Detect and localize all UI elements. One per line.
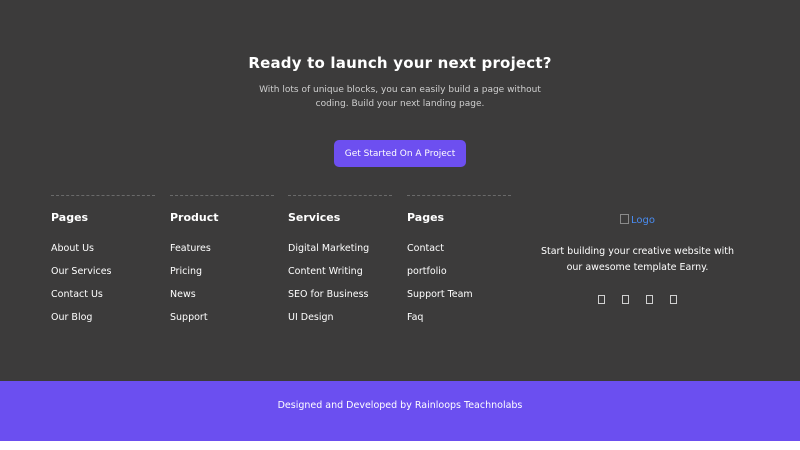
linkedin-icon[interactable] xyxy=(670,295,677,304)
twitter-icon[interactable] xyxy=(622,295,629,304)
footer-link-faq[interactable]: Faq xyxy=(407,312,423,323)
footer-link-contact-us[interactable]: Contact Us xyxy=(51,289,103,300)
footer-link-portfolio[interactable]: portfolio xyxy=(407,266,447,277)
get-started-button[interactable]: Get Started On A Project xyxy=(334,140,466,167)
footer-link-digital-marketing[interactable]: Digital Marketing xyxy=(288,243,369,254)
broken-image-icon xyxy=(620,214,629,224)
footer-link-about-us[interactable]: About Us xyxy=(51,243,94,254)
column-heading: Services xyxy=(288,211,341,224)
footer-link-pricing[interactable]: Pricing xyxy=(170,266,202,277)
footer-link-news[interactable]: News xyxy=(170,289,196,300)
cta-subtitle: With lots of unique blocks, you can easi… xyxy=(259,85,541,109)
column-heading: Pages xyxy=(51,211,89,224)
footer-brand: Logo Start building your creative websit… xyxy=(535,210,740,304)
logo[interactable]: Logo xyxy=(620,214,655,226)
column-divider xyxy=(288,195,392,196)
logo-alt-text: Logo xyxy=(631,214,655,226)
column-heading: Product xyxy=(170,211,219,224)
facebook-icon[interactable] xyxy=(598,295,605,304)
social-links xyxy=(535,295,740,304)
footer-link-content-writing[interactable]: Content Writing xyxy=(288,266,363,277)
cta-title: Ready to launch your next project? xyxy=(248,54,552,72)
credit-text: Designed and Developed by Rainloops Teac… xyxy=(0,400,800,411)
footer-column-services: Services Digital Marketing Content Writi… xyxy=(288,195,392,335)
footer-link-features[interactable]: Features xyxy=(170,243,211,254)
footer-link-our-blog[interactable]: Our Blog xyxy=(51,312,92,323)
footer-link-our-services[interactable]: Our Services xyxy=(51,266,111,277)
footer-column-pages: Pages About Us Our Services Contact Us O… xyxy=(51,195,155,335)
footer-link-contact[interactable]: Contact xyxy=(407,243,444,254)
footer-link-support[interactable]: Support xyxy=(170,312,208,323)
column-divider xyxy=(407,195,511,196)
brand-tagline: Start building your creative website wit… xyxy=(540,246,735,273)
column-divider xyxy=(51,195,155,196)
footer-link-seo-for-business[interactable]: SEO for Business xyxy=(288,289,369,300)
column-heading: Pages xyxy=(407,211,445,224)
footer-link-ui-design[interactable]: UI Design xyxy=(288,312,334,323)
copyright-bar xyxy=(0,381,800,441)
footer-column-pages-2: Pages Contact portfolio Support Team Faq xyxy=(407,195,511,335)
footer-column-product: Product Features Pricing News Support xyxy=(170,195,274,335)
credit-prefix: Designed and Developed by xyxy=(277,400,412,411)
company-link[interactable]: Rainloops Teachnolabs xyxy=(415,400,523,411)
footer-link-support-team[interactable]: Support Team xyxy=(407,289,473,300)
instagram-icon[interactable] xyxy=(646,295,653,304)
column-divider xyxy=(170,195,274,196)
